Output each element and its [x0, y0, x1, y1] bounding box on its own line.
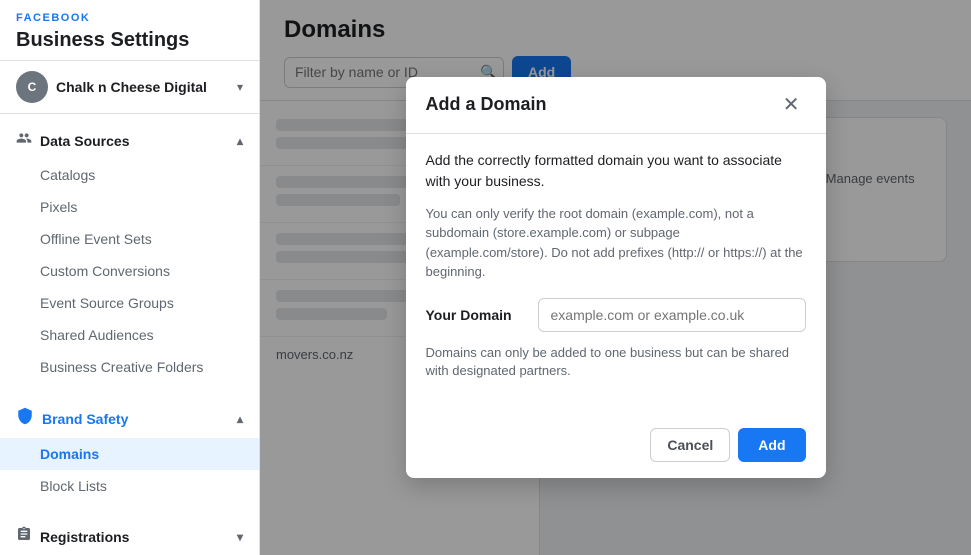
sidebar-item-domains[interactable]: Domains — [0, 438, 259, 470]
sidebar-item-catalogs[interactable]: Catalogs — [0, 159, 259, 191]
modal-description-detail: You can only verify the root domain (exa… — [426, 204, 806, 282]
business-settings-title: Business Settings — [16, 28, 243, 52]
sidebar-item-custom-conversions[interactable]: Custom Conversions — [0, 255, 259, 287]
facebook-wordmark: FACEBOOK — [16, 12, 243, 24]
modal-body: Add the correctly formatted domain you w… — [406, 134, 826, 416]
sidebar-item-offline-event-sets[interactable]: Offline Event Sets — [0, 223, 259, 255]
nav-section-brand-safety: Brand Safety ▴ Domains Block Lists — [0, 391, 259, 510]
form-row-domain: Your Domain — [426, 298, 806, 332]
account-name: Chalk n Cheese Digital — [56, 79, 237, 95]
sidebar: FACEBOOK Business Settings C Chalk n Che… — [0, 0, 260, 555]
registrations-label: Registrations — [40, 529, 237, 545]
modal-add-button[interactable]: Add — [738, 428, 805, 462]
modal-close-button[interactable]: ✕ — [777, 93, 806, 117]
clipboard-icon — [16, 526, 32, 547]
sidebar-item-business-creative-folders[interactable]: Business Creative Folders — [0, 351, 259, 383]
sidebar-item-block-lists[interactable]: Block Lists — [0, 470, 259, 502]
modal-header: Add a Domain ✕ — [406, 77, 826, 134]
shield-icon — [16, 407, 34, 430]
account-selector[interactable]: C Chalk n Cheese Digital ▾ — [0, 61, 259, 114]
collapse-icon-data-sources: ▴ — [237, 134, 243, 148]
avatar: C — [16, 71, 48, 103]
form-label-domain: Your Domain — [426, 307, 526, 323]
modal-title: Add a Domain — [426, 94, 547, 115]
form-helper-text: Domains can only be added to one busines… — [426, 344, 806, 380]
nav-section-header-data-sources[interactable]: Data Sources ▴ — [0, 122, 259, 159]
sidebar-header: FACEBOOK Business Settings — [0, 0, 259, 61]
modal-overlay[interactable]: Add a Domain ✕ Add the correctly formatt… — [260, 0, 971, 555]
modal-description: Add the correctly formatted domain you w… — [426, 150, 806, 192]
sidebar-item-pixels[interactable]: Pixels — [0, 191, 259, 223]
add-domain-modal: Add a Domain ✕ Add the correctly formatt… — [406, 77, 826, 478]
data-sources-label: Data Sources — [40, 133, 237, 149]
main-content: Domains 🔍 Add — [260, 0, 971, 555]
brand-safety-label: Brand Safety — [42, 411, 237, 427]
nav-section-registrations: Registrations ▾ — [0, 510, 259, 555]
nav-section-header-brand-safety[interactable]: Brand Safety ▴ — [0, 399, 259, 438]
collapse-icon-registrations: ▾ — [237, 530, 243, 544]
sidebar-item-event-source-groups[interactable]: Event Source Groups — [0, 287, 259, 319]
collapse-icon-brand-safety: ▴ — [237, 412, 243, 426]
chevron-down-icon: ▾ — [237, 80, 243, 94]
nav-section-data-sources: Data Sources ▴ Catalogs Pixels Offline E… — [0, 114, 259, 391]
domain-input[interactable] — [538, 298, 806, 332]
cancel-button[interactable]: Cancel — [650, 428, 730, 462]
modal-footer: Cancel Add — [406, 416, 826, 478]
people-icon — [16, 130, 32, 151]
nav-section-header-registrations[interactable]: Registrations ▾ — [0, 518, 259, 555]
sidebar-item-shared-audiences[interactable]: Shared Audiences — [0, 319, 259, 351]
